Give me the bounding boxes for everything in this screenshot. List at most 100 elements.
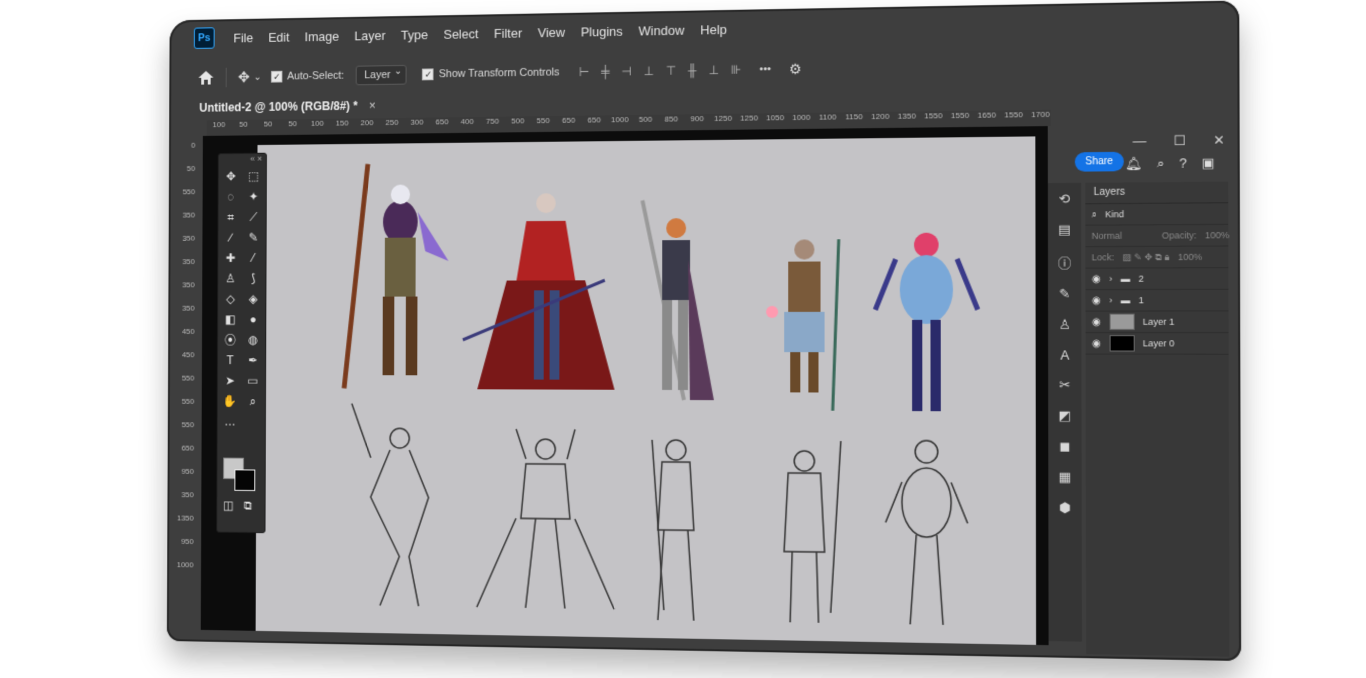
sponge-tool-icon[interactable]: ◍ — [242, 331, 265, 349]
3d-panel-icon[interactable]: ⬢ — [1059, 500, 1071, 517]
mixer-brush-tool-icon[interactable]: ⁄ — [242, 249, 265, 267]
chevron-down-icon[interactable]: ⌄ — [254, 72, 262, 83]
auto-select-dropdown[interactable]: Layer — [356, 65, 407, 85]
panel-icon-strip: ⟲ ▤ ⓘ ✎ ♙ A ✂ ◩ ◼ ▦ ⬢ — [1048, 183, 1082, 642]
help-icon[interactable]: ? — [1179, 155, 1187, 171]
tools-panel-icon[interactable]: ✂ — [1059, 377, 1070, 393]
show-transform-checkbox[interactable]: ✓ Show Transform Controls — [422, 66, 559, 80]
screen-mode-icon[interactable]: ⧉ — [244, 499, 252, 514]
smudge-tool-icon[interactable]: ⦿ — [219, 331, 242, 349]
magic-wand-tool-icon[interactable]: ✦ — [242, 188, 265, 206]
distribute-icon[interactable]: ⊥ — [709, 63, 719, 77]
blur-tool-icon[interactable]: ● — [242, 310, 265, 328]
pencil-tool-icon[interactable]: ✎ — [242, 229, 265, 247]
clone-source-panel-icon[interactable]: ♙ — [1059, 317, 1071, 333]
opacity-value[interactable]: 100% — [1205, 230, 1229, 240]
layers-panel-title[interactable]: Layers — [1085, 182, 1228, 205]
sketch-figure-2 — [477, 429, 615, 609]
history-panel-icon[interactable]: ⟲ — [1059, 191, 1070, 207]
adjustments-panel-icon[interactable]: ◩ — [1058, 408, 1071, 424]
eye-icon[interactable]: ◉ — [1092, 316, 1101, 327]
layers-filter-row: ⌕ Kind — [1085, 203, 1228, 225]
move-tool-icon[interactable]: ✥ — [220, 168, 243, 186]
align-right-icon[interactable]: ⊣ — [621, 64, 631, 78]
crop-tool-icon[interactable]: ⌗ — [219, 208, 242, 226]
align-center-icon[interactable]: ╪ — [601, 65, 609, 79]
blend-mode-dropdown[interactable]: Normal — [1092, 231, 1122, 241]
minimize-button[interactable]: — — [1133, 133, 1147, 150]
type-tool-icon[interactable]: T — [219, 351, 242, 369]
menu-filter[interactable]: Filter — [488, 25, 528, 40]
history-brush-tool-icon[interactable]: ⟆ — [242, 270, 265, 288]
align-bottom-icon[interactable]: ⊥ — [644, 64, 654, 78]
close-window-button[interactable]: ✕ — [1213, 132, 1225, 149]
menu-layer[interactable]: Layer — [349, 27, 392, 42]
lasso-tool-icon[interactable]: ◌ — [220, 188, 243, 206]
filter-kind-dropdown[interactable]: Kind — [1105, 209, 1124, 219]
menu-type[interactable]: Type — [395, 27, 434, 42]
lock-icons[interactable]: ▨ ✎ ✥ ⧉ 🔒︎ — [1123, 251, 1170, 262]
brush-tool-icon[interactable]: ∕ — [219, 229, 242, 247]
align-left-icon[interactable]: ⊢ — [579, 65, 589, 79]
more-options-button[interactable]: ••• — [759, 63, 771, 75]
home-icon[interactable] — [197, 70, 214, 86]
quick-mask-icon[interactable]: ◫ — [223, 499, 234, 513]
auto-select-label: Auto-Select: — [287, 70, 344, 83]
collapse-panel-icon[interactable]: « × — [219, 154, 266, 166]
eye-icon[interactable]: ◉ — [1092, 273, 1101, 284]
artboard[interactable] — [256, 136, 1036, 645]
gear-icon[interactable]: ⚙ — [789, 60, 802, 77]
bell-icon[interactable]: 🔔︎ — [1125, 156, 1142, 173]
gradient-tool-icon[interactable]: ◧ — [219, 311, 242, 329]
zoom-tool-icon[interactable]: ⌕ — [241, 392, 264, 410]
libraries-panel-icon[interactable]: ▤ — [1058, 222, 1071, 238]
close-tab-button[interactable]: × — [369, 99, 376, 113]
layer-row[interactable]: ◉ › ▬ 2 — [1085, 268, 1228, 290]
rectangle-tool-icon[interactable]: ▭ — [241, 372, 264, 390]
bag-panel-icon[interactable]: ◼ — [1059, 438, 1070, 454]
character-panel-icon[interactable]: A — [1060, 347, 1069, 362]
layer-row[interactable]: ◉ Layer 0 — [1086, 333, 1229, 355]
menu-image[interactable]: Image — [299, 28, 345, 43]
menu-file[interactable]: File — [228, 30, 259, 45]
menu-window[interactable]: Window — [633, 22, 691, 38]
eraser-tool-icon[interactable]: ◇ — [219, 290, 242, 308]
brush-panel-icon[interactable]: ✎ — [1059, 286, 1070, 302]
path-select-tool-icon[interactable]: ➤ — [219, 372, 242, 390]
align-middle-icon[interactable]: ╫ — [688, 63, 696, 77]
paint-bucket-tool-icon[interactable]: ◈ — [242, 290, 265, 308]
eye-icon[interactable]: ◉ — [1092, 295, 1101, 306]
marquee-tool-icon[interactable]: ⬚ — [242, 167, 265, 185]
eyedropper-tool-icon[interactable]: ⟋ — [242, 208, 265, 226]
menu-view[interactable]: View — [532, 24, 571, 40]
chevron-right-icon[interactable]: › — [1109, 295, 1112, 305]
workspace-icon[interactable]: ▣ — [1202, 155, 1215, 172]
pen-tool-icon[interactable]: ✒ — [241, 351, 264, 369]
menu-select[interactable]: Select — [438, 26, 485, 42]
clone-stamp-tool-icon[interactable]: ♙ — [219, 270, 242, 288]
auto-select-checkbox[interactable]: ✓ Auto-Select: — [271, 70, 344, 83]
maximize-button[interactable]: ☐ — [1174, 133, 1186, 150]
share-button[interactable]: Share — [1075, 152, 1124, 172]
healing-tool-icon[interactable]: ✚ — [219, 249, 242, 267]
menu-help[interactable]: Help — [694, 21, 733, 37]
document-tab[interactable]: Untitled-2 @ 100% (RGB/8#) * × — [199, 99, 376, 115]
layer-row[interactable]: ◉ Layer 1 — [1086, 311, 1229, 333]
chevron-right-icon[interactable]: › — [1109, 274, 1112, 284]
search-icon[interactable]: ⌕ — [1157, 155, 1165, 171]
hand-tool-icon[interactable]: ✋ — [219, 392, 242, 410]
layer-row[interactable]: ◉ › ▬ 1 — [1085, 290, 1228, 312]
grid-panel-icon[interactable]: ▦ — [1059, 469, 1072, 485]
move-tool-icon[interactable]: ✥ — [238, 68, 250, 86]
fill-value[interactable]: 100% — [1178, 252, 1202, 262]
background-color-swatch[interactable] — [234, 469, 255, 491]
more-tools-icon[interactable]: … — [219, 413, 242, 431]
properties-panel-icon[interactable]: ⓘ — [1058, 252, 1072, 271]
align-top-icon[interactable]: ⊤ — [666, 64, 676, 78]
distribute-v-icon[interactable]: ⊪ — [731, 63, 741, 77]
eye-icon[interactable]: ◉ — [1092, 338, 1101, 349]
menu-plugins[interactable]: Plugins — [575, 23, 629, 39]
layer-thumbnail — [1109, 335, 1134, 351]
ruler-tick-label: 350 — [174, 250, 198, 273]
menu-edit[interactable]: Edit — [263, 29, 296, 44]
